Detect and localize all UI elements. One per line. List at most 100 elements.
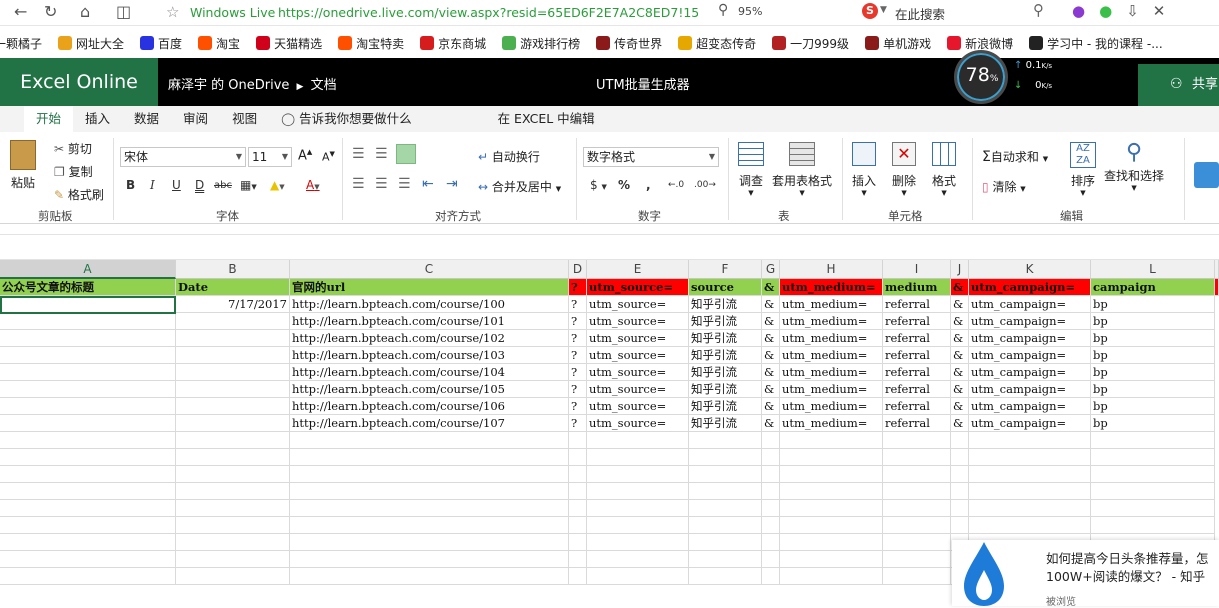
align-top-icon[interactable]: ☰ bbox=[352, 146, 365, 162]
table-cell[interactable] bbox=[290, 517, 569, 534]
column-header-f[interactable]: F bbox=[689, 260, 762, 279]
table-cell[interactable]: 知乎引流 bbox=[689, 347, 762, 364]
number-format-select[interactable]: 数字格式 ▼ bbox=[583, 147, 719, 167]
zoom-icon[interactable]: ⚲ bbox=[718, 2, 728, 18]
table-cell[interactable]: & bbox=[951, 330, 969, 347]
table-cell[interactable] bbox=[0, 517, 176, 534]
column-header-b[interactable]: B bbox=[176, 260, 290, 279]
table-cell[interactable] bbox=[762, 466, 780, 483]
table-cell[interactable]: http://learn.bpteach.com/course/101 bbox=[290, 313, 569, 330]
extension-icon[interactable]: ● bbox=[1072, 2, 1085, 20]
search-input[interactable]: 在此搜索 bbox=[895, 4, 945, 23]
table-cell[interactable] bbox=[587, 534, 689, 551]
bookmark-item[interactable]: 单机游戏 bbox=[865, 35, 931, 52]
table-cell[interactable] bbox=[689, 568, 762, 585]
header-cell[interactable]: ? bbox=[569, 279, 587, 296]
table-cell[interactable]: & bbox=[762, 415, 780, 432]
table-cell[interactable] bbox=[762, 568, 780, 585]
table-cell[interactable] bbox=[762, 534, 780, 551]
table-cell[interactable] bbox=[951, 483, 969, 500]
paste-button[interactable]: 粘贴 bbox=[10, 140, 36, 191]
align-right-icon[interactable]: ☰ bbox=[398, 176, 411, 192]
table-cell[interactable]: utm_campaign= bbox=[969, 398, 1091, 415]
table-cell[interactable] bbox=[0, 483, 176, 500]
table-cell[interactable] bbox=[762, 449, 780, 466]
table-cell[interactable] bbox=[0, 534, 176, 551]
header-cell[interactable]: utm_source= bbox=[587, 279, 689, 296]
sort-button[interactable]: AZ ZA 排序 ▼ bbox=[1070, 142, 1096, 197]
table-cell[interactable]: utm_medium= bbox=[780, 398, 883, 415]
table-cell[interactable]: referral bbox=[883, 398, 951, 415]
table-cell[interactable] bbox=[780, 432, 883, 449]
borders-icon[interactable]: ▦▼ bbox=[240, 178, 257, 192]
home-icon[interactable]: ⌂ bbox=[80, 3, 90, 21]
table-cell[interactable]: 知乎引流 bbox=[689, 398, 762, 415]
table-cell[interactable]: utm_source= bbox=[587, 347, 689, 364]
wechat-icon[interactable]: ● bbox=[1099, 2, 1112, 20]
merge-center-button[interactable]: ↔ 合并及居中 ▼ bbox=[478, 178, 561, 195]
table-cell[interactable]: utm_campaign= bbox=[969, 364, 1091, 381]
table-cell[interactable]: 知乎引流 bbox=[689, 381, 762, 398]
table-cell[interactable] bbox=[951, 517, 969, 534]
bookmark-item[interactable]: 新浪微博 bbox=[947, 35, 1013, 52]
table-cell[interactable] bbox=[290, 568, 569, 585]
format-painter-button[interactable]: ✎ 格式刷 bbox=[54, 186, 104, 203]
decrease-decimal-icon[interactable]: .00→ bbox=[694, 180, 716, 190]
table-cell[interactable]: utm_medium= bbox=[780, 415, 883, 432]
table-cell[interactable] bbox=[290, 551, 569, 568]
table-cell[interactable]: 知乎引流 bbox=[689, 415, 762, 432]
table-cell[interactable] bbox=[780, 466, 883, 483]
zoom-level[interactable]: 95% bbox=[738, 5, 762, 18]
table-cell[interactable]: ? bbox=[569, 381, 587, 398]
table-cell[interactable] bbox=[0, 568, 176, 585]
table-cell[interactable] bbox=[569, 432, 587, 449]
table-cell[interactable] bbox=[290, 500, 569, 517]
table-cell[interactable] bbox=[951, 500, 969, 517]
star-icon[interactable]: ☆ bbox=[166, 3, 179, 21]
table-cell[interactable] bbox=[0, 398, 176, 415]
chevron-down-icon[interactable]: ▼ bbox=[880, 5, 887, 15]
table-cell[interactable] bbox=[689, 551, 762, 568]
header-cell[interactable]: utm_campaign= bbox=[969, 279, 1091, 296]
table-cell[interactable] bbox=[587, 483, 689, 500]
table-cell[interactable] bbox=[780, 534, 883, 551]
font-color-icon[interactable]: A▼ bbox=[306, 178, 320, 192]
table-cell[interactable] bbox=[176, 398, 290, 415]
table-cell[interactable] bbox=[290, 466, 569, 483]
table-cell[interactable] bbox=[1091, 500, 1215, 517]
italic-button[interactable]: I bbox=[150, 178, 155, 192]
table-cell[interactable]: utm_campaign= bbox=[969, 313, 1091, 330]
table-cell[interactable] bbox=[689, 500, 762, 517]
table-cell[interactable] bbox=[969, 517, 1091, 534]
table-cell[interactable]: ? bbox=[569, 415, 587, 432]
table-cell[interactable] bbox=[883, 500, 951, 517]
table-cell[interactable] bbox=[290, 483, 569, 500]
table-cell[interactable]: & bbox=[951, 313, 969, 330]
table-cell[interactable] bbox=[883, 483, 951, 500]
table-cell[interactable] bbox=[569, 517, 587, 534]
table-cell[interactable]: referral bbox=[883, 381, 951, 398]
table-cell[interactable]: & bbox=[762, 296, 780, 313]
fill-color-icon[interactable]: ▲▼ bbox=[270, 178, 285, 192]
table-cell[interactable] bbox=[176, 432, 290, 449]
table-cell[interactable] bbox=[689, 517, 762, 534]
comma-button[interactable]: , bbox=[646, 178, 651, 192]
table-cell[interactable]: 知乎引流 bbox=[689, 296, 762, 313]
wrap-text-button[interactable]: ↵ 自动换行 bbox=[478, 148, 540, 165]
copy-button[interactable]: ❐ 复制 bbox=[54, 163, 93, 180]
table-cell[interactable]: utm_medium= bbox=[780, 347, 883, 364]
double-underline-button[interactable]: D bbox=[195, 178, 204, 192]
tab-home[interactable]: 开始 bbox=[24, 106, 74, 132]
table-cell[interactable]: http://learn.bpteach.com/course/104 bbox=[290, 364, 569, 381]
table-cell[interactable] bbox=[762, 517, 780, 534]
table-cell[interactable] bbox=[883, 432, 951, 449]
table-cell[interactable] bbox=[689, 483, 762, 500]
table-cell[interactable] bbox=[0, 415, 176, 432]
table-cell[interactable] bbox=[290, 432, 569, 449]
clear-button[interactable]: ▯ 清除 ▼ bbox=[982, 178, 1026, 195]
table-cell[interactable]: bp bbox=[1091, 381, 1215, 398]
align-middle-icon[interactable]: ☰ bbox=[375, 146, 388, 162]
table-cell[interactable]: ? bbox=[569, 296, 587, 313]
table-cell[interactable] bbox=[883, 551, 951, 568]
font-size-select[interactable]: 11 ▼ bbox=[248, 147, 292, 167]
